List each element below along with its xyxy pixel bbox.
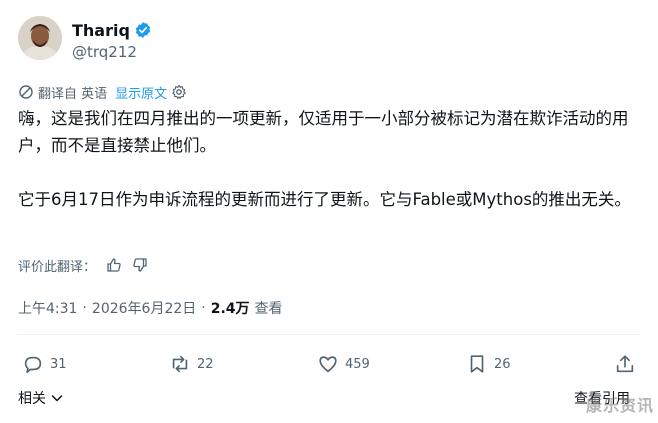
- thumbs-up-icon[interactable]: [106, 257, 122, 273]
- author-names: Thariq @trq212: [72, 19, 152, 61]
- bookmark-button[interactable]: 26: [466, 350, 511, 378]
- related-label: 相关: [18, 391, 46, 407]
- tweet-header: Thariq @trq212: [18, 16, 638, 66]
- share-icon: [614, 353, 636, 375]
- like-count: 459: [345, 356, 370, 372]
- translation-label: 翻译自 英语: [38, 86, 108, 102]
- show-original-link[interactable]: 显示原文: [115, 83, 167, 102]
- tweet-text: 嗨，这是我们在四月推出的一项更新，仅适用于一小部分被标记为潜在欺诈活动的用户，而…: [18, 109, 631, 209]
- verified-badge-icon: [134, 21, 152, 39]
- reply-count: 31: [50, 356, 67, 372]
- thumbs-down-icon[interactable]: [132, 257, 148, 273]
- action-bar: 31 22 459 26: [18, 350, 640, 378]
- author-handle[interactable]: @trq212: [72, 43, 152, 61]
- translation-notice: 翻译自 英语 显示原文: [18, 83, 187, 102]
- translate-icon: [18, 84, 34, 100]
- views-count: 2.4万: [210, 301, 250, 317]
- rate-translation-label: 评价此翻译：: [18, 259, 97, 275]
- heart-icon: [317, 353, 339, 375]
- tweet-meta: 上午4:31 · 2026年6月22日 · 2.4万 查看: [18, 298, 283, 318]
- meta-separator: ·: [201, 300, 206, 316]
- chevron-down-icon: [50, 391, 64, 405]
- related-toggle[interactable]: 相关: [18, 388, 64, 408]
- meta-separator: ·: [82, 300, 87, 316]
- rate-translation: 评价此翻译：: [18, 255, 148, 275]
- reply-icon: [22, 353, 44, 375]
- tweet-date[interactable]: 2026年6月22日: [92, 298, 196, 318]
- bookmark-count: 26: [494, 356, 511, 372]
- divider: [18, 334, 640, 335]
- bookmark-icon: [466, 353, 488, 375]
- repost-count: 22: [197, 356, 214, 372]
- views-label: 查看: [254, 301, 283, 317]
- watermark: 康乐资讯: [585, 396, 654, 415]
- like-button[interactable]: 459: [317, 350, 370, 378]
- translation-settings-icon[interactable]: [171, 84, 187, 100]
- tweet-time[interactable]: 上午4:31: [18, 298, 77, 318]
- reply-button[interactable]: 31: [22, 350, 67, 378]
- repost-button[interactable]: 22: [169, 350, 214, 378]
- repost-icon: [169, 353, 191, 375]
- share-button[interactable]: [614, 350, 636, 378]
- author-display-name[interactable]: Thariq: [72, 21, 130, 40]
- avatar[interactable]: [18, 16, 62, 60]
